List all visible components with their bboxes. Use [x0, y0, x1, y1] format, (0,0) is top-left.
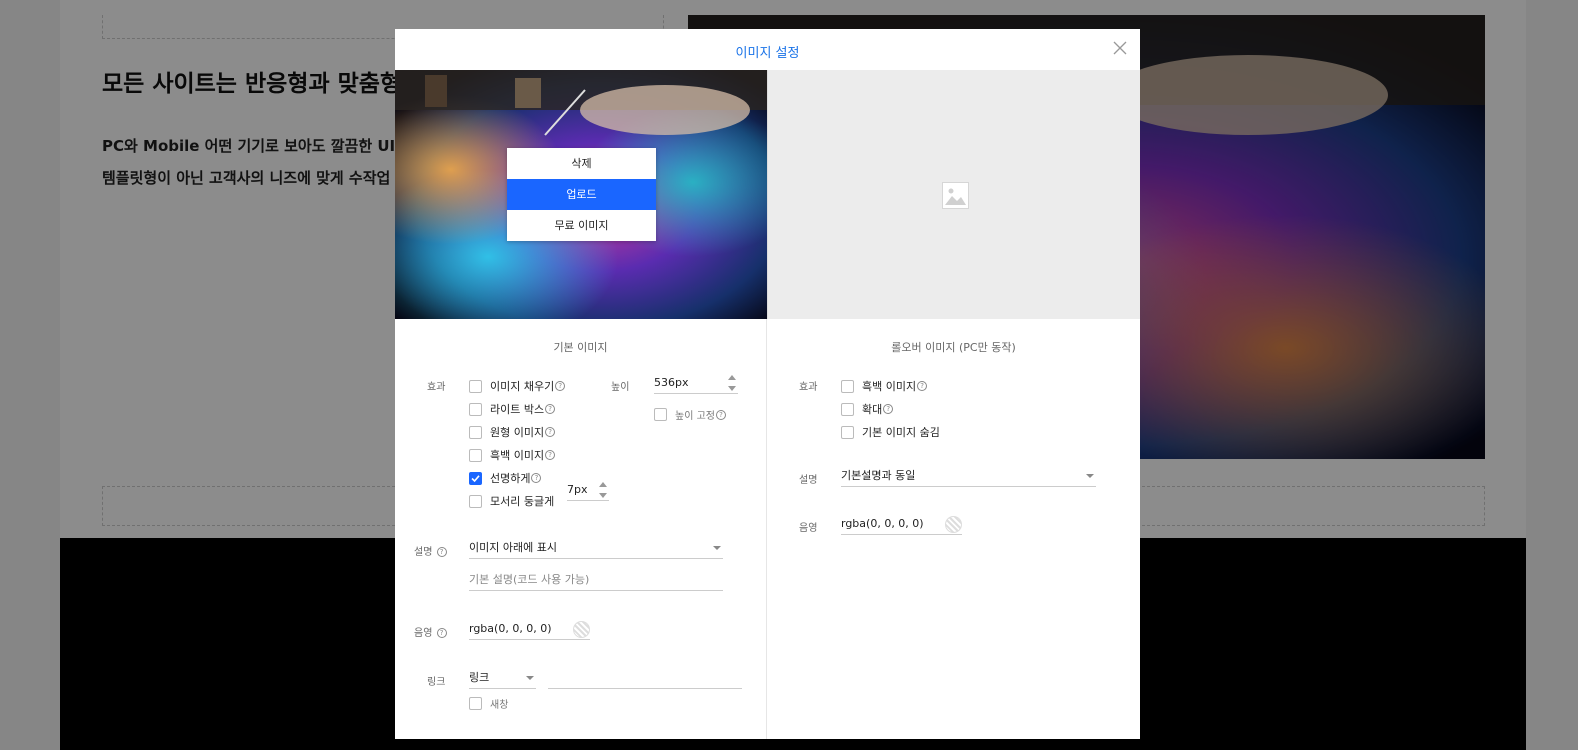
height-fixed-checkbox[interactable]	[654, 408, 667, 421]
lightbox-label: 라이트 박스	[490, 403, 545, 416]
image-context-menu: 삭제 업로드 무료 이미지	[507, 148, 656, 241]
delete-menu-item[interactable]: 삭제	[507, 148, 656, 179]
help-icon[interactable]: ?	[715, 409, 726, 420]
rollover-option-zoom[interactable]: 확대 ?	[841, 401, 894, 417]
rollover-hide-basic-label: 기본 이미지 숨김	[862, 426, 940, 439]
help-icon[interactable]: ?	[545, 427, 556, 437]
help-icon[interactable]: ?	[545, 450, 556, 460]
option-new-window[interactable]: 새창	[469, 696, 508, 711]
circle-label: 원형 이미지	[490, 426, 545, 439]
radius-value: 7px	[567, 483, 588, 496]
help-icon[interactable]: ?	[917, 381, 928, 391]
new-window-checkbox[interactable]	[469, 697, 482, 710]
height-input[interactable]: 536px	[654, 374, 738, 394]
effect-label: 효과	[427, 382, 446, 393]
caption-text-input[interactable]: 기본 설명(코드 사용 가능)	[469, 571, 723, 591]
help-icon[interactable]: ?	[436, 547, 447, 557]
option-fill[interactable]: 이미지 채우기 ?	[469, 378, 566, 394]
modal-title: 이미지 설정	[735, 46, 800, 61]
shadow-label: 음영 ?	[414, 624, 447, 639]
image-placeholder-icon	[942, 182, 969, 209]
basic-section-title: 기본 이미지	[553, 341, 608, 354]
option-height-fixed[interactable]: 높이 고정 ?	[654, 407, 726, 422]
grayscale-checkbox[interactable]	[469, 448, 482, 462]
rollover-grayscale-checkbox[interactable]	[841, 379, 854, 393]
basic-image-settings: 기본 이미지 효과 이미지 채우기 ? 라이트 박스 ? 원형 이미지 ? 흑백…	[395, 319, 767, 739]
rollover-section-title: 롤오버 이미지 (PC만 동작)	[891, 341, 1016, 354]
help-icon[interactable]: ?	[555, 381, 566, 391]
link-label: 링크	[427, 677, 446, 688]
rollover-shadow-label: 음영	[799, 523, 818, 534]
caption-label: 설명 ?	[414, 543, 447, 558]
link-url-input[interactable]	[548, 669, 742, 689]
help-icon[interactable]: ?	[545, 404, 556, 414]
close-icon[interactable]	[1112, 40, 1128, 56]
lightbox-checkbox[interactable]	[469, 402, 482, 416]
check-icon	[471, 474, 480, 482]
upload-menu-item[interactable]: 업로드	[507, 179, 656, 210]
caption-position-value: 이미지 아래에 표시	[469, 541, 557, 554]
rollover-caption-select[interactable]: 기본설명과 동일	[841, 467, 1096, 487]
radius-input[interactable]: 7px	[567, 481, 609, 501]
rollover-caption-value: 기본설명과 동일	[841, 469, 916, 482]
help-icon[interactable]: ?	[531, 473, 542, 483]
option-lightbox[interactable]: 라이트 박스 ?	[469, 401, 556, 417]
chevron-down-icon	[526, 676, 534, 680]
circle-checkbox[interactable]	[469, 425, 482, 439]
rounded-checkbox[interactable]	[469, 494, 482, 508]
height-label: 높이	[611, 382, 630, 393]
option-rounded[interactable]: 모서리 둥글게	[469, 493, 554, 509]
rounded-label: 모서리 둥글게	[490, 495, 555, 508]
shadow-color-value: rgba(0, 0, 0, 0)	[469, 622, 552, 635]
link-type-value: 링크	[469, 671, 490, 684]
rollover-hide-basic-checkbox[interactable]	[841, 425, 854, 439]
caption-position-select[interactable]: 이미지 아래에 표시	[469, 539, 723, 559]
option-grayscale[interactable]: 흑백 이미지 ?	[469, 447, 556, 463]
link-type-select[interactable]: 링크	[469, 669, 536, 689]
shadow-color-input[interactable]: rgba(0, 0, 0, 0)	[469, 620, 590, 640]
modal-header: 이미지 설정	[395, 29, 1140, 70]
rollover-grayscale-label: 흑백 이미지	[862, 380, 917, 393]
rollover-shadow-color-value: rgba(0, 0, 0, 0)	[841, 517, 924, 530]
color-picker-icon[interactable]	[573, 621, 590, 638]
rollover-image-settings: 롤오버 이미지 (PC만 동작) 효과 흑백 이미지 ? 확대 ? 기본 이미지…	[767, 319, 1140, 739]
rollover-image-preview[interactable]	[767, 70, 1140, 319]
rollover-zoom-label: 확대	[862, 403, 883, 416]
help-icon[interactable]: ?	[436, 628, 447, 638]
free-image-menu-item[interactable]: 무료 이미지	[507, 210, 656, 241]
sharpen-label: 선명하게	[490, 472, 531, 485]
chevron-down-icon	[713, 546, 721, 550]
height-fixed-label: 높이 고정	[675, 411, 715, 422]
height-stepper[interactable]	[728, 375, 736, 391]
option-circle[interactable]: 원형 이미지 ?	[469, 424, 556, 440]
chevron-down-icon	[1086, 474, 1094, 478]
rollover-shadow-color-input[interactable]: rgba(0, 0, 0, 0)	[841, 515, 962, 535]
image-settings-modal: 이미지 설정 삭제 업로드 무료 이미지 기본 이미지 효과 이미지 채우기 ?…	[395, 29, 1140, 739]
fill-checkbox[interactable]	[469, 379, 482, 393]
shadow-label-text: 음영	[414, 628, 433, 639]
rollover-option-hide-basic[interactable]: 기본 이미지 숨김	[841, 424, 940, 440]
caption-label-text: 설명	[414, 547, 433, 558]
rollover-caption-label: 설명	[799, 475, 818, 486]
rollover-option-grayscale[interactable]: 흑백 이미지 ?	[841, 378, 928, 394]
basic-image-preview[interactable]: 삭제 업로드 무료 이미지	[395, 70, 767, 319]
rollover-zoom-checkbox[interactable]	[841, 402, 854, 416]
radius-stepper[interactable]	[599, 482, 607, 498]
color-picker-icon[interactable]	[945, 516, 962, 533]
fill-label: 이미지 채우기	[490, 380, 555, 393]
grayscale-label: 흑백 이미지	[490, 449, 545, 462]
sharpen-checkbox[interactable]	[469, 471, 482, 485]
help-icon[interactable]: ?	[883, 404, 894, 414]
rollover-effect-label: 효과	[799, 382, 818, 393]
new-window-label: 새창	[490, 700, 509, 711]
height-value: 536px	[654, 376, 689, 389]
option-sharpen[interactable]: 선명하게 ?	[469, 470, 542, 486]
